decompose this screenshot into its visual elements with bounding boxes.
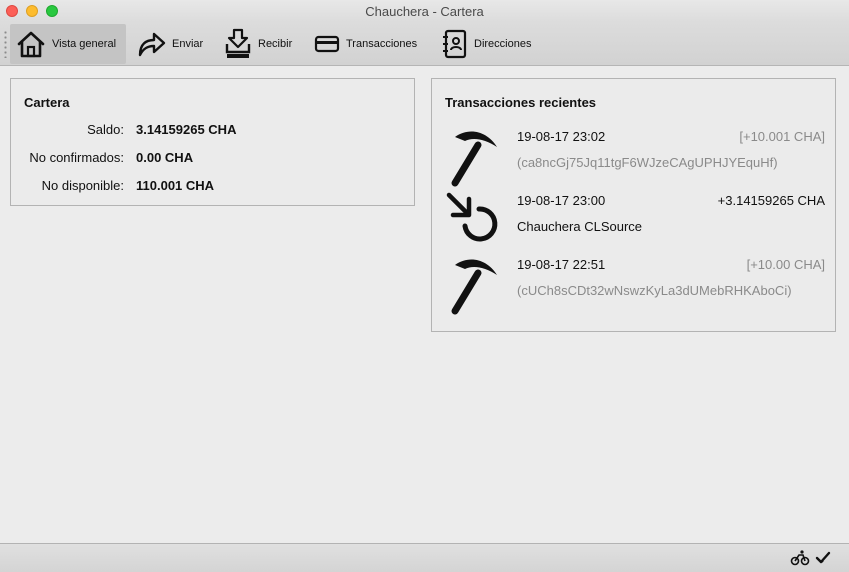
receive-arrow-icon <box>446 192 498 242</box>
balance-value: 3.14159265 CHA <box>136 122 237 137</box>
tab-addresses[interactable]: Direcciones <box>434 24 538 64</box>
network-sync-icon[interactable] <box>790 550 810 566</box>
transaction-date: 19-08-17 23:00 <box>517 193 606 208</box>
transaction-row[interactable]: 19-08-17 23:00 +3.14159265 CHA Chauchera… <box>445 189 825 253</box>
transaction-amount: [+10.001 CHA] <box>739 129 825 144</box>
tab-overview[interactable]: Vista general <box>10 24 126 64</box>
transaction-amount: +3.14159265 CHA <box>717 193 825 208</box>
balance-label: Saldo: <box>87 122 124 137</box>
unconfirmed-row: No confirmados: 0.00 CHA <box>11 150 416 168</box>
tab-receive[interactable]: Recibir <box>218 24 298 64</box>
pickaxe-icon <box>451 131 497 187</box>
tab-send[interactable]: Enviar <box>130 24 206 64</box>
home-icon <box>17 31 45 58</box>
status-bar <box>0 543 849 572</box>
balance-row: Saldo: 3.14159265 CHA <box>11 122 416 140</box>
transaction-row[interactable]: 19-08-17 23:02 [+10.001 CHA] (ca8ncGj75J… <box>445 125 825 189</box>
transaction-date: 19-08-17 22:51 <box>517 257 606 272</box>
tab-transactions[interactable]: Transacciones <box>308 24 424 64</box>
transaction-amount: [+10.00 CHA] <box>746 257 825 272</box>
toolbar-grip[interactable] <box>4 30 7 58</box>
tab-transactions-label: Transacciones <box>346 38 418 50</box>
receive-icon <box>225 28 251 58</box>
send-icon <box>138 32 166 57</box>
toolbar: Vista general Enviar Recibir Transaccion… <box>0 22 849 66</box>
address-book-icon <box>443 29 467 59</box>
unconfirmed-label: No confirmados: <box>29 150 124 165</box>
unconfirmed-value: 0.00 CHA <box>136 150 194 165</box>
tab-send-label: Enviar <box>172 38 204 50</box>
recent-transactions-title: Transacciones recientes <box>445 95 597 110</box>
transaction-label: Chauchera CLSource <box>517 219 643 234</box>
window-title: Chauchera - Cartera <box>365 4 484 19</box>
wallet-title: Cartera <box>24 95 70 110</box>
pickaxe-icon <box>451 259 497 315</box>
card-icon <box>314 35 340 53</box>
wallet-panel: Cartera Saldo: 3.14159265 CHA No confirm… <box>10 78 415 206</box>
checkmark-icon[interactable] <box>815 550 831 566</box>
transaction-address: (ca8ncGj75Jq11tgF6WJzeCAgUPHJYEquHf) <box>517 155 778 170</box>
transaction-address: (cUCh8sCDt32wNswzKyLa3dUMebRHKAboCi) <box>517 283 792 298</box>
main-window: Chauchera - Cartera Vista general Enviar <box>0 0 849 572</box>
unavailable-label: No disponible: <box>41 178 124 193</box>
recent-transactions-panel: Transacciones recientes 19-08-17 23:02 [… <box>431 78 836 332</box>
title-bar: Chauchera - Cartera <box>0 0 849 22</box>
tab-receive-label: Recibir <box>258 38 293 50</box>
tab-addresses-label: Direcciones <box>474 38 532 50</box>
tab-overview-label: Vista general <box>52 38 117 50</box>
transaction-row[interactable]: 19-08-17 22:51 [+10.00 CHA] (cUCh8sCDt32… <box>445 253 825 317</box>
transaction-date: 19-08-17 23:02 <box>517 129 606 144</box>
unavailable-row: No disponible: 110.001 CHA <box>11 178 416 196</box>
unavailable-value: 110.001 CHA <box>136 178 215 193</box>
